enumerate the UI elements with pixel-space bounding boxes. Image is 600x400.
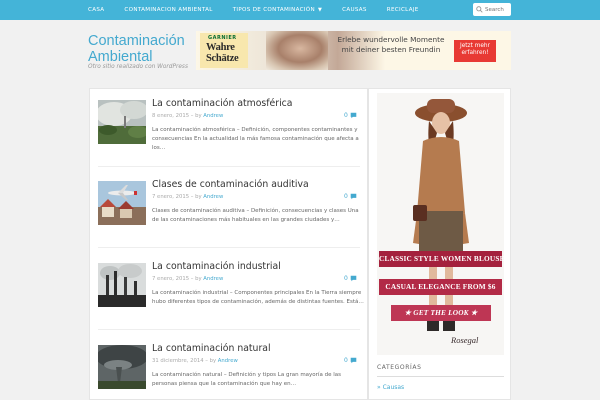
post-thumbnail[interactable]	[98, 181, 146, 225]
factory-chimneys-image	[98, 263, 146, 307]
airplane-over-houses-image	[98, 181, 146, 225]
comment-count[interactable]: 0	[344, 112, 357, 119]
ad-copy: Erlebe wundervolle Momente mit deiner be…	[337, 35, 445, 54]
categories-heading: Categorías	[377, 359, 504, 377]
post-title[interactable]: Clases de contaminación auditiva	[152, 179, 309, 190]
ad-ribbon-1: CLASSIC STYLE WOMEN BLOUSE	[379, 251, 504, 267]
post-meta: 8 enero, 2015 – by Andrew	[152, 113, 223, 119]
search-icon	[476, 6, 483, 13]
nav-item-contaminacion-ambiental[interactable]: Contaminacion Ambiental	[124, 7, 212, 13]
search-box[interactable]	[473, 3, 511, 16]
nav-item-label: Casa	[88, 7, 105, 13]
storm-clouds-image	[98, 345, 146, 389]
meta-separator: – by	[189, 276, 204, 282]
ad-ribbon-3: ★ GET THE LOOK ★	[391, 305, 491, 321]
post-title[interactable]: La contaminación atmosférica	[152, 98, 292, 109]
comment-count-value: 0	[344, 112, 348, 119]
comment-count[interactable]: 0	[344, 357, 357, 364]
post-excerpt: Clases de contaminación auditiva – Defin…	[152, 208, 359, 223]
garnier-logo: GARNIER Wahre Schätze	[200, 33, 248, 68]
sidebar-ad[interactable]: CLASSIC STYLE WOMEN BLOUSE CASUAL ELEGAN…	[377, 93, 504, 355]
comment-count-value: 0	[344, 193, 348, 200]
meta-separator: – by	[203, 358, 218, 364]
comment-icon	[350, 193, 357, 200]
top-navigation-bar: Casa Contaminacion Ambiental Tipos de co…	[0, 0, 600, 20]
nav-item-label: Causas	[342, 7, 367, 13]
search-input[interactable]	[485, 6, 509, 13]
ad-cta-button[interactable]: Jetzt mehr erfahren!	[454, 40, 496, 62]
nav-item-reciclaje[interactable]: Reciclaje	[387, 7, 419, 13]
rosegal-logo: Rosegal	[451, 335, 479, 345]
nav-item-tipos-de-contaminacion[interactable]: Tipos de contaminación ▼	[233, 7, 322, 13]
comment-count-value: 0	[344, 275, 348, 282]
site-description: Otro sitio realizado con WordPress	[88, 64, 188, 70]
post-date[interactable]: 7 enero, 2015	[152, 276, 189, 282]
post-date[interactable]: 7 enero, 2015	[152, 194, 189, 200]
chevron-down-icon: ▼	[317, 7, 323, 13]
post-item: La contaminación atmosférica 8 enero, 20…	[98, 89, 360, 167]
comment-icon	[350, 357, 357, 364]
post-author[interactable]: Andrew	[218, 358, 238, 364]
category-link-causas[interactable]: » Causas	[377, 384, 404, 391]
post-thumbnail[interactable]	[98, 345, 146, 389]
post-meta: 7 enero, 2015 – by Andrew	[152, 194, 223, 200]
comment-count[interactable]: 0	[344, 275, 357, 282]
post-excerpt: La contaminación atmosférica – Definició…	[152, 127, 359, 151]
meta-separator: – by	[189, 194, 204, 200]
post-date[interactable]: 8 enero, 2015	[152, 113, 189, 119]
comment-count[interactable]: 0	[344, 193, 357, 200]
sidebar: CLASSIC STYLE WOMEN BLOUSE CASUAL ELEGAN…	[368, 88, 511, 400]
header-banner-ad[interactable]: GARNIER Wahre Schätze Erlebe wundervolle…	[196, 31, 511, 70]
nav-item-label: Reciclaje	[386, 7, 419, 13]
post-title[interactable]: La contaminación natural	[152, 343, 271, 354]
post-excerpt: La contaminación industrial – Componente…	[152, 290, 364, 305]
post-meta: 7 enero, 2015 – by Andrew	[152, 276, 223, 282]
ad-brand: GARNIER	[208, 35, 237, 41]
nav-item-causas[interactable]: Causas	[342, 7, 367, 13]
comment-icon	[350, 112, 357, 119]
ad-product-line2: Schätze	[206, 53, 239, 64]
post-meta: 31 diciembre, 2014 – by Andrew	[152, 358, 238, 364]
ad-ribbon-2: CASUAL ELEGANCE FROM $6	[379, 279, 502, 295]
ad-product-line1: Wahre	[206, 42, 235, 53]
meta-separator: – by	[189, 113, 204, 119]
post-excerpt: La contaminación natural – Definición y …	[152, 372, 341, 387]
nav-item-label: Contaminacion Ambiental	[124, 7, 213, 13]
post-author[interactable]: Andrew	[203, 276, 223, 282]
post-date[interactable]: 31 diciembre, 2014	[152, 358, 204, 364]
nav-item-casa[interactable]: Casa	[88, 7, 104, 13]
post-author[interactable]: Andrew	[203, 194, 223, 200]
main-menu: Casa Contaminacion Ambiental Tipos de co…	[88, 0, 439, 20]
post-item: Clases de contaminación auditiva 7 enero…	[98, 170, 360, 248]
comment-count-value: 0	[344, 357, 348, 364]
smoke-landscape-image	[98, 100, 146, 144]
ad-photo	[266, 31, 328, 70]
post-thumbnail[interactable]	[98, 263, 146, 307]
comment-icon	[350, 275, 357, 282]
post-author[interactable]: Andrew	[203, 113, 223, 119]
main-content: La contaminación atmosférica 8 enero, 20…	[89, 88, 368, 400]
nav-item-label: Tipos de contaminación	[232, 7, 315, 13]
post-title[interactable]: La contaminación industrial	[152, 261, 281, 272]
post-thumbnail[interactable]	[98, 100, 146, 144]
site-title[interactable]: Contaminación Ambiental	[88, 33, 198, 65]
post-item: La contaminación natural 31 diciembre, 2…	[98, 334, 360, 400]
post-item: La contaminación industrial 7 enero, 201…	[98, 252, 364, 330]
